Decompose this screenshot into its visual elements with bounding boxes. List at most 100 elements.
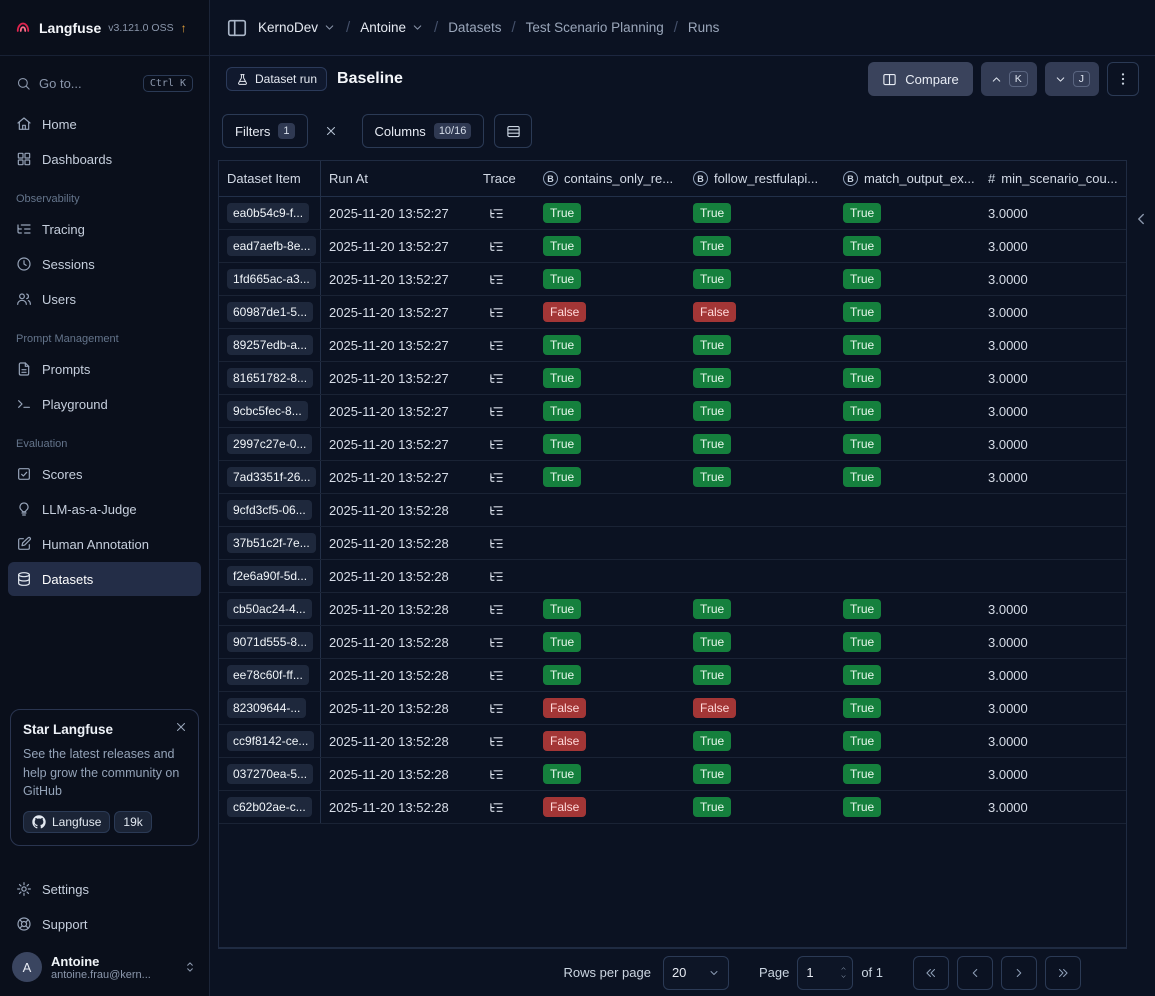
breadcrumb-datasets-link[interactable]: Datasets	[448, 20, 501, 35]
sidebar-item-support[interactable]: Support	[8, 907, 201, 941]
sidebar-item-tracing[interactable]: Tracing	[8, 212, 201, 246]
trace-button[interactable]	[483, 332, 509, 358]
column-header-min-scenario[interactable]: # min_scenario_cou...	[980, 161, 1126, 196]
dataset-item-id[interactable]: 037270ea-5...	[227, 764, 314, 784]
close-icon[interactable]	[174, 720, 188, 734]
page-stepper[interactable]	[839, 965, 848, 980]
table-row[interactable]: 9cbc5fec-8... 2025-11-20 13:52:27 True T…	[219, 395, 1126, 428]
column-header-contains-only[interactable]: Bcontains_only_re...	[535, 161, 685, 196]
trace-button[interactable]	[483, 563, 509, 589]
panel-left-icon[interactable]	[226, 17, 248, 39]
sidebar-item-sessions[interactable]: Sessions	[8, 247, 201, 281]
table-row[interactable]: ead7aefb-8e... 2025-11-20 13:52:27 True …	[219, 230, 1126, 263]
dataset-item-id[interactable]: c62b02ae-c...	[227, 797, 312, 817]
table-row[interactable]: 89257edb-a... 2025-11-20 13:52:27 True T…	[219, 329, 1126, 362]
breadcrumb-project[interactable]: Antoine	[360, 20, 424, 35]
dataset-item-id[interactable]: 60987de1-5...	[227, 302, 314, 322]
table-row[interactable]: 9cfd3cf5-06... 2025-11-20 13:52:28	[219, 494, 1126, 527]
first-page-button[interactable]	[913, 955, 949, 990]
table-row[interactable]: cb50ac24-4... 2025-11-20 13:52:28 True T…	[219, 593, 1126, 626]
table-row[interactable]: 82309644-... 2025-11-20 13:52:28 False F…	[219, 692, 1126, 725]
trace-button[interactable]	[483, 761, 509, 787]
row-height-button[interactable]	[494, 114, 533, 148]
page-number-input[interactable]	[806, 965, 840, 980]
trace-button[interactable]	[483, 398, 509, 424]
sidebar-item-home[interactable]: Home	[8, 107, 201, 141]
trace-button[interactable]	[483, 497, 509, 523]
trace-button[interactable]	[483, 794, 509, 820]
sidebar-item-settings[interactable]: Settings	[8, 872, 201, 906]
table-row[interactable]: 60987de1-5... 2025-11-20 13:52:27 False …	[219, 296, 1126, 329]
trace-button[interactable]	[483, 728, 509, 754]
table-row[interactable]: 37b51c2f-7e... 2025-11-20 13:52:28	[219, 527, 1126, 560]
trace-button[interactable]	[483, 596, 509, 622]
breadcrumb-dataset-link[interactable]: Test Scenario Planning	[526, 20, 664, 35]
trace-button[interactable]	[483, 530, 509, 556]
dataset-item-id[interactable]: 9cfd3cf5-06...	[227, 500, 312, 520]
sidebar-item-scores[interactable]: Scores	[8, 457, 201, 491]
next-page-button[interactable]	[1001, 955, 1037, 990]
column-header-match-output[interactable]: Bmatch_output_ex...	[835, 161, 980, 196]
table-row[interactable]: ea0b54c9-f... 2025-11-20 13:52:27 True T…	[219, 197, 1126, 230]
dataset-item-id[interactable]: 7ad3351f-26...	[227, 467, 317, 487]
column-header-trace[interactable]: Trace	[475, 161, 535, 196]
trace-button[interactable]	[483, 662, 509, 688]
user-menu[interactable]: A Antoine antoine.frau@kern...	[0, 942, 209, 992]
next-run-button[interactable]: J	[1044, 62, 1099, 96]
dataset-item-id[interactable]: 2997c27e-0...	[227, 434, 313, 454]
trace-button[interactable]	[483, 365, 509, 391]
star-count-badge[interactable]: 19k	[114, 811, 152, 833]
compare-button[interactable]: Compare	[868, 62, 973, 96]
table-row[interactable]: cc9f8142-ce... 2025-11-20 13:52:28 False…	[219, 725, 1126, 758]
sidebar-item-datasets[interactable]: Datasets	[8, 562, 201, 596]
trace-button[interactable]	[483, 464, 509, 490]
dataset-item-id[interactable]: cc9f8142-ce...	[227, 731, 315, 751]
github-star-button[interactable]: Langfuse	[23, 811, 111, 833]
sidebar-item-dashboards[interactable]: Dashboards	[8, 142, 201, 176]
dataset-item-id[interactable]: 1fd665ac-a3...	[227, 269, 316, 289]
dataset-item-id[interactable]: f2e6a90f-5d...	[227, 566, 314, 586]
last-page-button[interactable]	[1045, 955, 1081, 990]
trace-button[interactable]	[483, 266, 509, 292]
previous-run-button[interactable]: K	[980, 62, 1037, 96]
dataset-item-id[interactable]: 89257edb-a...	[227, 335, 314, 355]
trace-button[interactable]	[483, 629, 509, 655]
dataset-item-id[interactable]: ee78c60f-ff...	[227, 665, 309, 685]
sidebar-item-human-annotation[interactable]: Human Annotation	[8, 527, 201, 561]
previous-page-button[interactable]	[957, 955, 993, 990]
filters-button[interactable]: Filters 1	[222, 114, 308, 148]
sidebar-item-prompts[interactable]: Prompts	[8, 352, 201, 386]
table-row[interactable]: 9071d555-8... 2025-11-20 13:52:28 True T…	[219, 626, 1126, 659]
trace-button[interactable]	[483, 431, 509, 457]
rows-per-page-select[interactable]: 20	[662, 955, 729, 990]
table-row[interactable]: 1fd665ac-a3... 2025-11-20 13:52:27 True …	[219, 263, 1126, 296]
column-header-run-at[interactable]: Run At	[321, 161, 475, 196]
dataset-item-id[interactable]: 82309644-...	[227, 698, 307, 718]
table-row[interactable]: 81651782-8... 2025-11-20 13:52:27 True T…	[219, 362, 1126, 395]
breadcrumb-org[interactable]: KernoDev	[258, 20, 336, 35]
dataset-item-id[interactable]: 9cbc5fec-8...	[227, 401, 308, 421]
trace-button[interactable]	[483, 233, 509, 259]
table-row[interactable]: 7ad3351f-26... 2025-11-20 13:52:27 True …	[219, 461, 1126, 494]
dataset-item-id[interactable]: 9071d555-8...	[227, 632, 314, 652]
breadcrumb-runs-link[interactable]: Runs	[688, 20, 720, 35]
table-row[interactable]: 037270ea-5... 2025-11-20 13:52:28 True T…	[219, 758, 1126, 791]
trace-button[interactable]	[483, 299, 509, 325]
dataset-item-id[interactable]: ead7aefb-8e...	[227, 236, 317, 256]
column-header-follow-restful[interactable]: Bfollow_restfulapi...	[685, 161, 835, 196]
sidebar-item-users[interactable]: Users	[8, 282, 201, 316]
sidebar-item-llm-as-a-judge[interactable]: LLM-as-a-Judge	[8, 492, 201, 526]
columns-button[interactable]: Columns 10/16	[361, 114, 485, 148]
goto-search[interactable]: Go to... Ctrl K	[8, 66, 201, 100]
sidebar-item-playground[interactable]: Playground	[8, 387, 201, 421]
table-row[interactable]: c62b02ae-c... 2025-11-20 13:52:28 False …	[219, 791, 1126, 824]
update-indicator[interactable]: ↑	[181, 21, 187, 35]
more-actions-button[interactable]	[1107, 62, 1139, 96]
trace-button[interactable]	[483, 200, 509, 226]
collapse-panel-icon[interactable]	[1132, 210, 1150, 228]
dataset-item-id[interactable]: cb50ac24-4...	[227, 599, 312, 619]
trace-button[interactable]	[483, 695, 509, 721]
table-row[interactable]: f2e6a90f-5d... 2025-11-20 13:52:28	[219, 560, 1126, 593]
dataset-item-id[interactable]: 37b51c2f-7e...	[227, 533, 316, 553]
column-header-dataset-item[interactable]: Dataset Item	[219, 161, 321, 196]
